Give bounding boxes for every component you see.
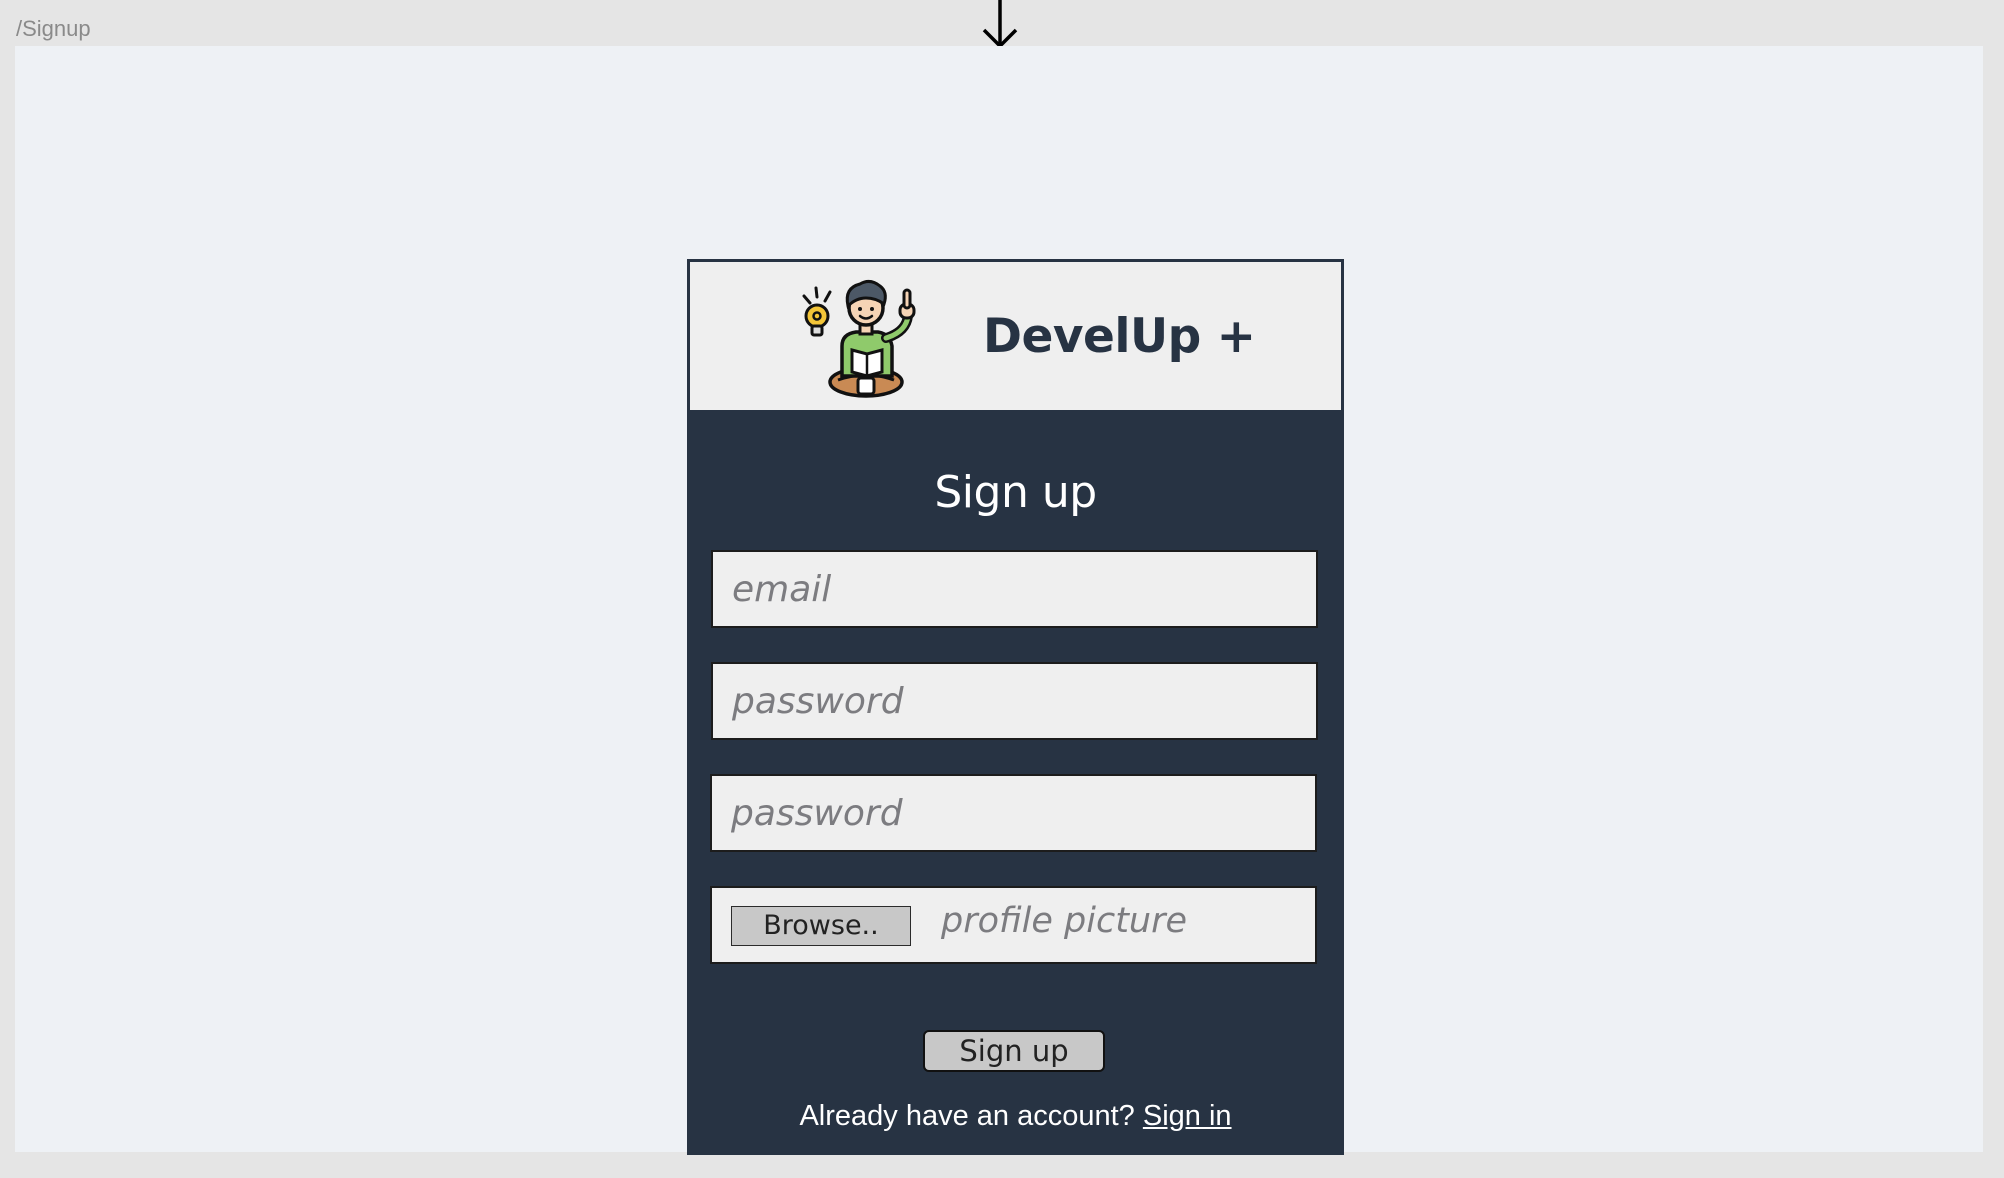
canvas: DevelUp + Sign up Browse.. profile pictu… bbox=[15, 46, 1983, 1155]
card-header: DevelUp + bbox=[687, 259, 1344, 413]
signin-link[interactable]: Sign in bbox=[1143, 1100, 1232, 1132]
confirm-password-field-container bbox=[710, 774, 1317, 852]
arrow-down-icon bbox=[982, 0, 1018, 49]
profile-picture-placeholder: profile picture bbox=[941, 901, 1188, 941]
signin-prompt: Already have an account? Sign in bbox=[687, 1100, 1344, 1133]
form-title: Sign up bbox=[934, 467, 1097, 518]
confirm-password-field[interactable] bbox=[712, 776, 1315, 850]
brand-title: DevelUp + bbox=[983, 309, 1256, 364]
profile-picture-field: Browse.. profile picture bbox=[710, 886, 1317, 964]
email-field[interactable] bbox=[713, 552, 1316, 626]
browse-button[interactable]: Browse.. bbox=[731, 906, 911, 946]
signup-card: DevelUp + Sign up Browse.. profile pictu… bbox=[687, 259, 1344, 1155]
signin-prompt-text: Already have an account? bbox=[799, 1100, 1143, 1132]
password-field[interactable] bbox=[713, 664, 1316, 738]
person-reading-idea-icon bbox=[802, 279, 916, 398]
frame-label: /Signup bbox=[16, 16, 91, 41]
signup-button[interactable]: Sign up bbox=[923, 1030, 1105, 1072]
password-field-container bbox=[711, 662, 1318, 740]
email-field-container bbox=[711, 550, 1318, 628]
